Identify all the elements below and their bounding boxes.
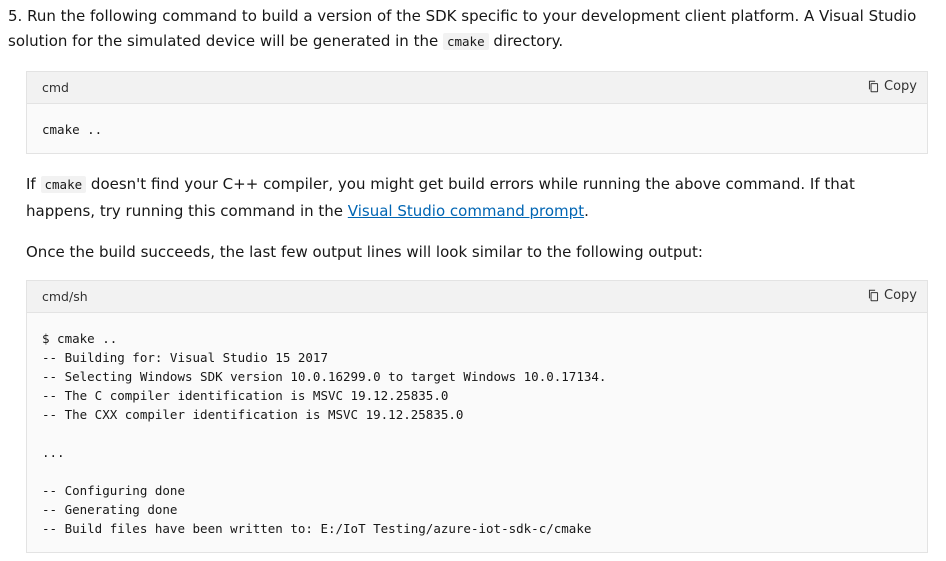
paragraph-prefix: If: [26, 175, 36, 193]
code-language-label: cmd: [42, 80, 69, 95]
step-text-part2: directory.: [493, 32, 564, 50]
paragraph-compiler-note: If cmake doesn't find your C++ compiler,…: [26, 171, 926, 225]
code-block-header: cmd/sh Copy: [27, 281, 927, 313]
copy-button-label: Copy: [884, 288, 917, 303]
paragraph-suffix: .: [584, 202, 589, 220]
code-block-header: cmd Copy: [27, 72, 927, 104]
copy-button-label: Copy: [884, 79, 917, 94]
copy-button[interactable]: Copy: [867, 79, 917, 94]
step-5-text: 5. Run the following command to build a …: [8, 4, 933, 54]
visual-studio-command-prompt-link[interactable]: Visual Studio command prompt: [348, 202, 584, 220]
code-content: cmake ..: [42, 122, 103, 137]
step-number: 5.: [8, 7, 23, 25]
code-language-label: cmd/sh: [42, 289, 88, 304]
paragraph-output-intro: Once the build succeeds, the last few ou…: [26, 243, 703, 261]
copy-button[interactable]: Copy: [867, 288, 917, 303]
inline-code-cmake: cmake: [40, 176, 87, 193]
copy-icon: [868, 80, 879, 93]
copy-icon: [868, 289, 879, 302]
code-block-cmd: cmd Copy cmake ..: [26, 71, 928, 154]
inline-code-cmake: cmake: [442, 33, 489, 50]
code-block-cmd-sh: cmd/sh Copy $ cmake .. -- Building for: …: [26, 280, 928, 553]
code-content: $ cmake .. -- Building for: Visual Studi…: [42, 331, 607, 536]
